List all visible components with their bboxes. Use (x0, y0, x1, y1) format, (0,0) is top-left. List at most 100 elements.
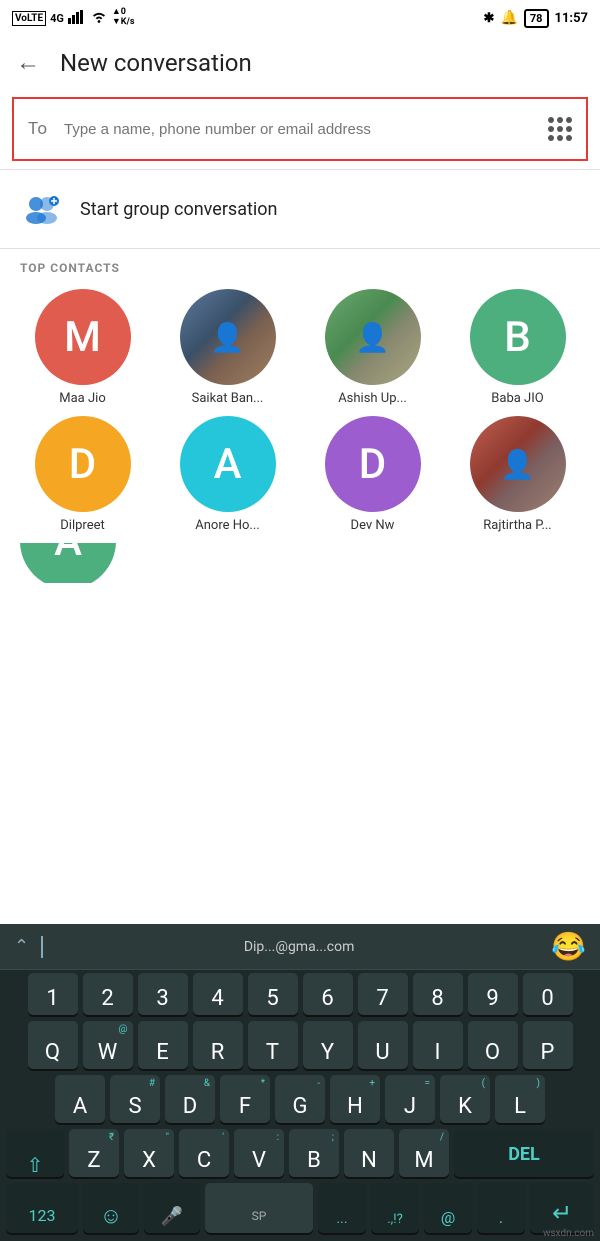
contact-name-ashish: Ashish Up... (318, 391, 428, 406)
period-key[interactable]: . (477, 1183, 525, 1233)
key-5[interactable]: 5 (248, 973, 298, 1015)
wifi-icon (90, 10, 108, 27)
key-a[interactable]: A (55, 1075, 105, 1123)
delete-key[interactable]: DEL (454, 1129, 594, 1177)
emoji-suggestion[interactable]: 😂 (551, 930, 586, 963)
key-s[interactable]: #S (110, 1075, 160, 1123)
numbers-toggle-key[interactable]: 123 (6, 1183, 78, 1233)
watermark: wsxdn.com (543, 1228, 594, 1239)
status-left: VoLTE 4G ▲0▼K/s (12, 8, 134, 28)
data-speed: ▲0▼K/s (112, 8, 135, 28)
status-right: ✱ 🔔 78 11:57 (484, 9, 588, 28)
key-7[interactable]: 7 (358, 973, 408, 1015)
avatar-baba-jio: B (470, 289, 566, 385)
contact-name-rajtirtha: Rajtirtha P... (463, 518, 573, 533)
number-row: 1 2 3 4 5 6 7 8 9 0 (0, 970, 600, 1018)
key-x[interactable]: "X (124, 1129, 174, 1177)
contact-anore[interactable]: A Anore Ho... (157, 416, 298, 533)
key-w[interactable]: @W (83, 1021, 133, 1069)
at-key[interactable]: @ (424, 1183, 472, 1233)
partial-contact-row: A (0, 543, 600, 583)
app-bar: ← New conversation (0, 36, 600, 89)
key-e[interactable]: E (138, 1021, 188, 1069)
bluetooth-icon: ✱ (484, 11, 495, 26)
contact-dev[interactable]: D Dev Nw (302, 416, 443, 533)
contact-maa-jio[interactable]: M Maa Jio (12, 289, 153, 406)
shift-key[interactable]: ⇧ (6, 1129, 64, 1177)
key-h[interactable]: +H (330, 1075, 380, 1123)
qwerty-row: Q @W E R T Y U I O P (0, 1018, 600, 1072)
key-m[interactable]: /M (399, 1129, 449, 1177)
suggestion-bar[interactable]: ⌃ Dip...@gma...com 😂 (0, 924, 600, 970)
key-p[interactable]: P (523, 1021, 573, 1069)
key-9[interactable]: 9 (468, 973, 518, 1015)
key-4[interactable]: 4 (193, 973, 243, 1015)
avatar-dilpreet: D (35, 416, 131, 512)
key-r[interactable]: R (193, 1021, 243, 1069)
key-z[interactable]: ₹Z (69, 1129, 119, 1177)
emoji-key[interactable]: ☺ (83, 1183, 139, 1233)
status-bar: VoLTE 4G ▲0▼K/s ✱ 🔔 78 11:57 (0, 0, 600, 36)
divider-1 (0, 169, 600, 170)
key-2[interactable]: 2 (83, 973, 133, 1015)
key-d[interactable]: &D (165, 1075, 215, 1123)
key-o[interactable]: O (468, 1021, 518, 1069)
contact-dilpreet[interactable]: D Dilpreet (12, 416, 153, 533)
key-v[interactable]: :V (234, 1129, 284, 1177)
to-field-container[interactable]: To (12, 97, 588, 161)
back-button[interactable]: ← (16, 48, 40, 77)
contact-name-baba-jio: Baba JIO (463, 391, 573, 406)
recipient-input[interactable] (64, 119, 536, 140)
key-q[interactable]: Q (28, 1021, 78, 1069)
avatar-ashish: 👤 (325, 289, 421, 385)
suggestion-text[interactable]: Dip...@gma...com (55, 939, 543, 955)
group-conversation-label: Start group conversation (80, 199, 277, 220)
key-g[interactable]: -G (275, 1075, 325, 1123)
bottom-row: 123 ☺ 🎤 SP ... .,!? @ . ↵ (0, 1180, 600, 1241)
zxcv-row: ⇧ ₹Z "X 'C :V ;B N /M DEL (0, 1126, 600, 1180)
contact-rajtirtha[interactable]: 👤 Rajtirtha P... (447, 416, 588, 533)
key-8[interactable]: 8 (413, 973, 463, 1015)
key-t[interactable]: T (248, 1021, 298, 1069)
key-6[interactable]: 6 (303, 973, 353, 1015)
divider-2 (0, 248, 600, 249)
group-icon (20, 188, 62, 230)
page-title: New conversation (60, 49, 252, 77)
start-group-conversation-button[interactable]: Start group conversation (0, 174, 600, 244)
contact-name-anore: Anore Ho... (173, 518, 283, 533)
key-n[interactable]: N (344, 1129, 394, 1177)
key-y[interactable]: Y (303, 1021, 353, 1069)
key-c[interactable]: 'C (179, 1129, 229, 1177)
avatar-rajtirtha: 👤 (470, 416, 566, 512)
contacts-grid: M Maa Jio 👤 Saikat Ban... 👤 Ashish Up...… (0, 279, 600, 543)
key-u[interactable]: U (358, 1021, 408, 1069)
key-1[interactable]: 1 (28, 973, 78, 1015)
notification-icon: 🔔 (500, 10, 517, 26)
key-f[interactable]: *F (220, 1075, 270, 1123)
contact-name-dev: Dev Nw (318, 518, 428, 533)
key-k[interactable]: (K (440, 1075, 490, 1123)
enter-key[interactable]: ↵ (530, 1183, 594, 1233)
key-b[interactable]: ;B (289, 1129, 339, 1177)
contact-name-saikat: Saikat Ban... (173, 391, 283, 406)
punctuation-key[interactable]: .,!? (371, 1183, 419, 1233)
top-contacts-label: TOP CONTACTS (0, 253, 600, 279)
key-j[interactable]: =J (385, 1075, 435, 1123)
mic-key[interactable]: 🎤 (144, 1183, 200, 1233)
contact-ashish[interactable]: 👤 Ashish Up... (302, 289, 443, 406)
avatar-saikat: 👤 (180, 289, 276, 385)
contacts-picker-button[interactable] (548, 117, 572, 141)
avatar-anore: A (180, 416, 276, 512)
key-i[interactable]: I (413, 1021, 463, 1069)
contact-saikat[interactable]: 👤 Saikat Ban... (157, 289, 298, 406)
space-key[interactable]: SP (205, 1183, 313, 1233)
keyboard-collapse-button[interactable]: ⌃ (14, 936, 29, 957)
contact-name-dilpreet: Dilpreet (28, 518, 138, 533)
key-0[interactable]: 0 (523, 973, 573, 1015)
key-3[interactable]: 3 (138, 973, 188, 1015)
asdf-row: A #S &D *F -G +H =J (K )L (0, 1072, 600, 1126)
key-l[interactable]: )L (495, 1075, 545, 1123)
avatar-maa-jio: M (35, 289, 131, 385)
contact-baba-jio[interactable]: B Baba JIO (447, 289, 588, 406)
ellipsis-key[interactable]: ... (318, 1183, 366, 1233)
